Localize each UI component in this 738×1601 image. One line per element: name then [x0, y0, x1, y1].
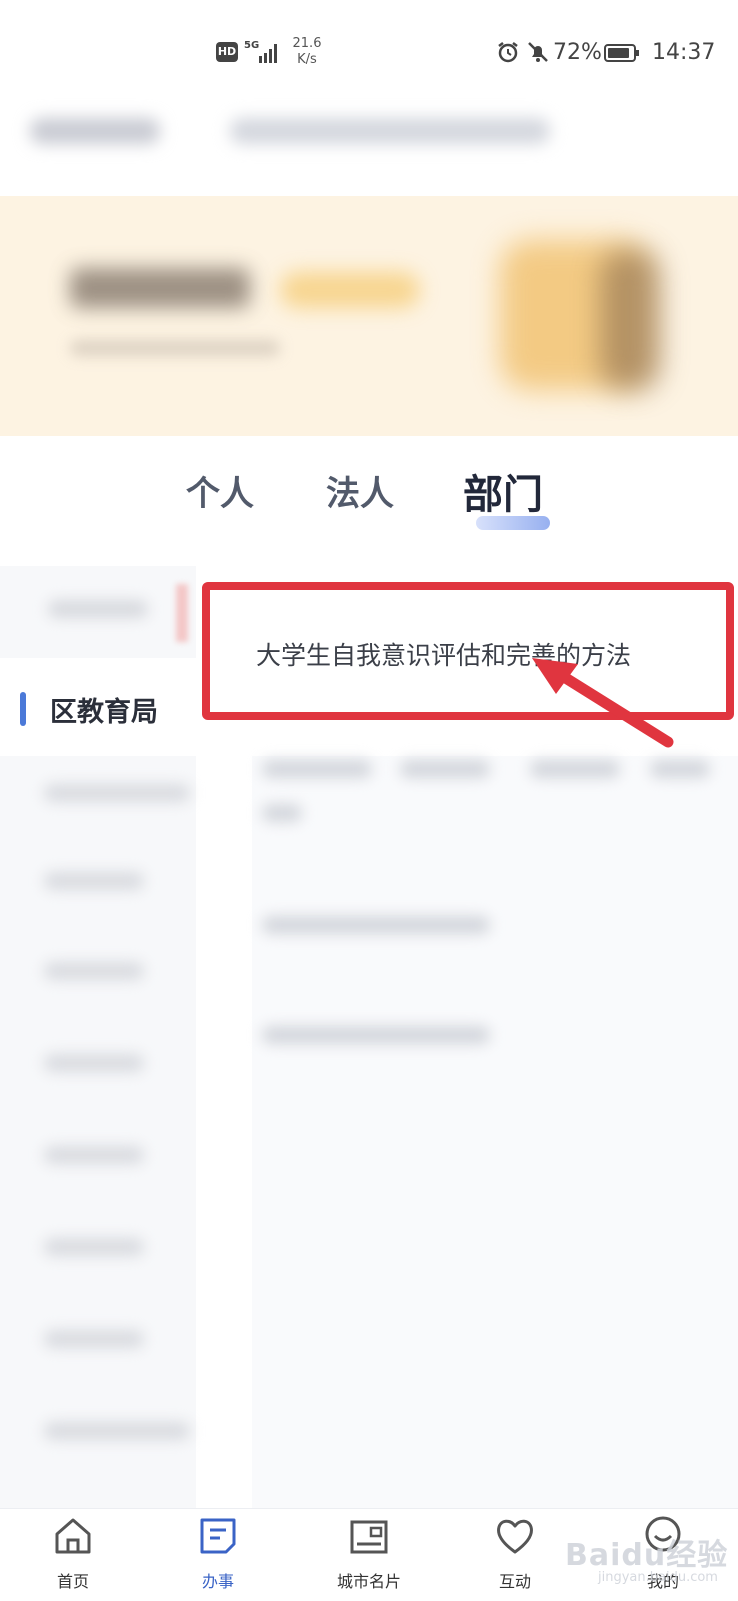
- tab-department[interactable]: 部门: [463, 462, 543, 520]
- baidu-watermark: Baidu经验: [565, 1538, 729, 1573]
- sidebar-item-blurred[interactable]: [44, 784, 190, 802]
- banner-blurred-title: [70, 268, 250, 308]
- sidebar-item-blurred[interactable]: [44, 1238, 144, 1256]
- network-speed-value: 21.6: [292, 36, 322, 51]
- network-speed: 21.6 K/s: [288, 36, 326, 68]
- content-list-item-blurred[interactable]: [262, 916, 490, 934]
- annotation-arrow-icon: [532, 658, 674, 748]
- network-speed-unit: K/s: [297, 52, 317, 67]
- header-blurred-search[interactable]: [230, 118, 550, 144]
- network-type: 5G: [244, 40, 260, 51]
- nav-city-card[interactable]: 城市名片: [314, 1512, 424, 1598]
- header-blurred-content: [30, 118, 160, 144]
- content-blurred-text: [650, 760, 710, 778]
- hd-indicator: HD: [216, 42, 238, 62]
- sidebar-item-label: 区教育局: [50, 697, 158, 728]
- content-blurred-text: [262, 760, 372, 778]
- sidebar-item-blurred[interactable]: [44, 872, 144, 890]
- battery-percent: 72%: [553, 40, 602, 65]
- sidebar-item-blurred[interactable]: [44, 1330, 144, 1348]
- card-icon: [350, 1520, 388, 1554]
- active-tab-indicator: [476, 516, 550, 530]
- content-list-item-blurred[interactable]: [262, 1026, 490, 1044]
- banner-blurred-figure: [600, 250, 660, 390]
- sidebar-blurred-marker: [176, 584, 188, 642]
- nav-city-card-label: 城市名片: [336, 1572, 401, 1591]
- content-blurred-text: [262, 804, 302, 822]
- tab-legal-entity[interactable]: 法人: [326, 466, 394, 515]
- banner-blurred-subtitle: [70, 340, 280, 356]
- battery-icon: [604, 44, 639, 62]
- banner-blurred-button: [280, 272, 420, 308]
- signal-icon: [259, 44, 277, 63]
- tab-personal[interactable]: 个人: [186, 466, 254, 515]
- nav-home-label: 首页: [56, 1572, 89, 1591]
- baidu-watermark-url: jingyan.baidu.com: [598, 1570, 718, 1585]
- nav-interaction[interactable]: 互动: [460, 1512, 570, 1598]
- sidebar-item-blurred[interactable]: [44, 1422, 190, 1440]
- sidebar-item-blurred[interactable]: [44, 962, 144, 980]
- clock: 14:37: [652, 40, 716, 65]
- sidebar-item-blurred[interactable]: [44, 1054, 144, 1072]
- nav-interaction-label: 互动: [498, 1572, 531, 1591]
- nav-services[interactable]: 办事: [163, 1512, 273, 1598]
- nav-services-label: 办事: [201, 1572, 234, 1591]
- content-blurred-text: [400, 760, 490, 778]
- heart-icon: [497, 1519, 533, 1554]
- sidebar-item-blurred-label: [48, 600, 148, 618]
- alarm-icon: [498, 42, 518, 63]
- document-icon: [200, 1518, 236, 1554]
- home-icon: [55, 1518, 91, 1554]
- sidebar-active-indicator: [20, 692, 26, 726]
- content-blurred-text: [530, 760, 620, 778]
- sidebar-item-blurred[interactable]: [44, 1146, 144, 1164]
- nav-home[interactable]: 首页: [18, 1512, 128, 1598]
- content-list: [252, 756, 738, 1516]
- mute-bell-icon: [528, 42, 548, 62]
